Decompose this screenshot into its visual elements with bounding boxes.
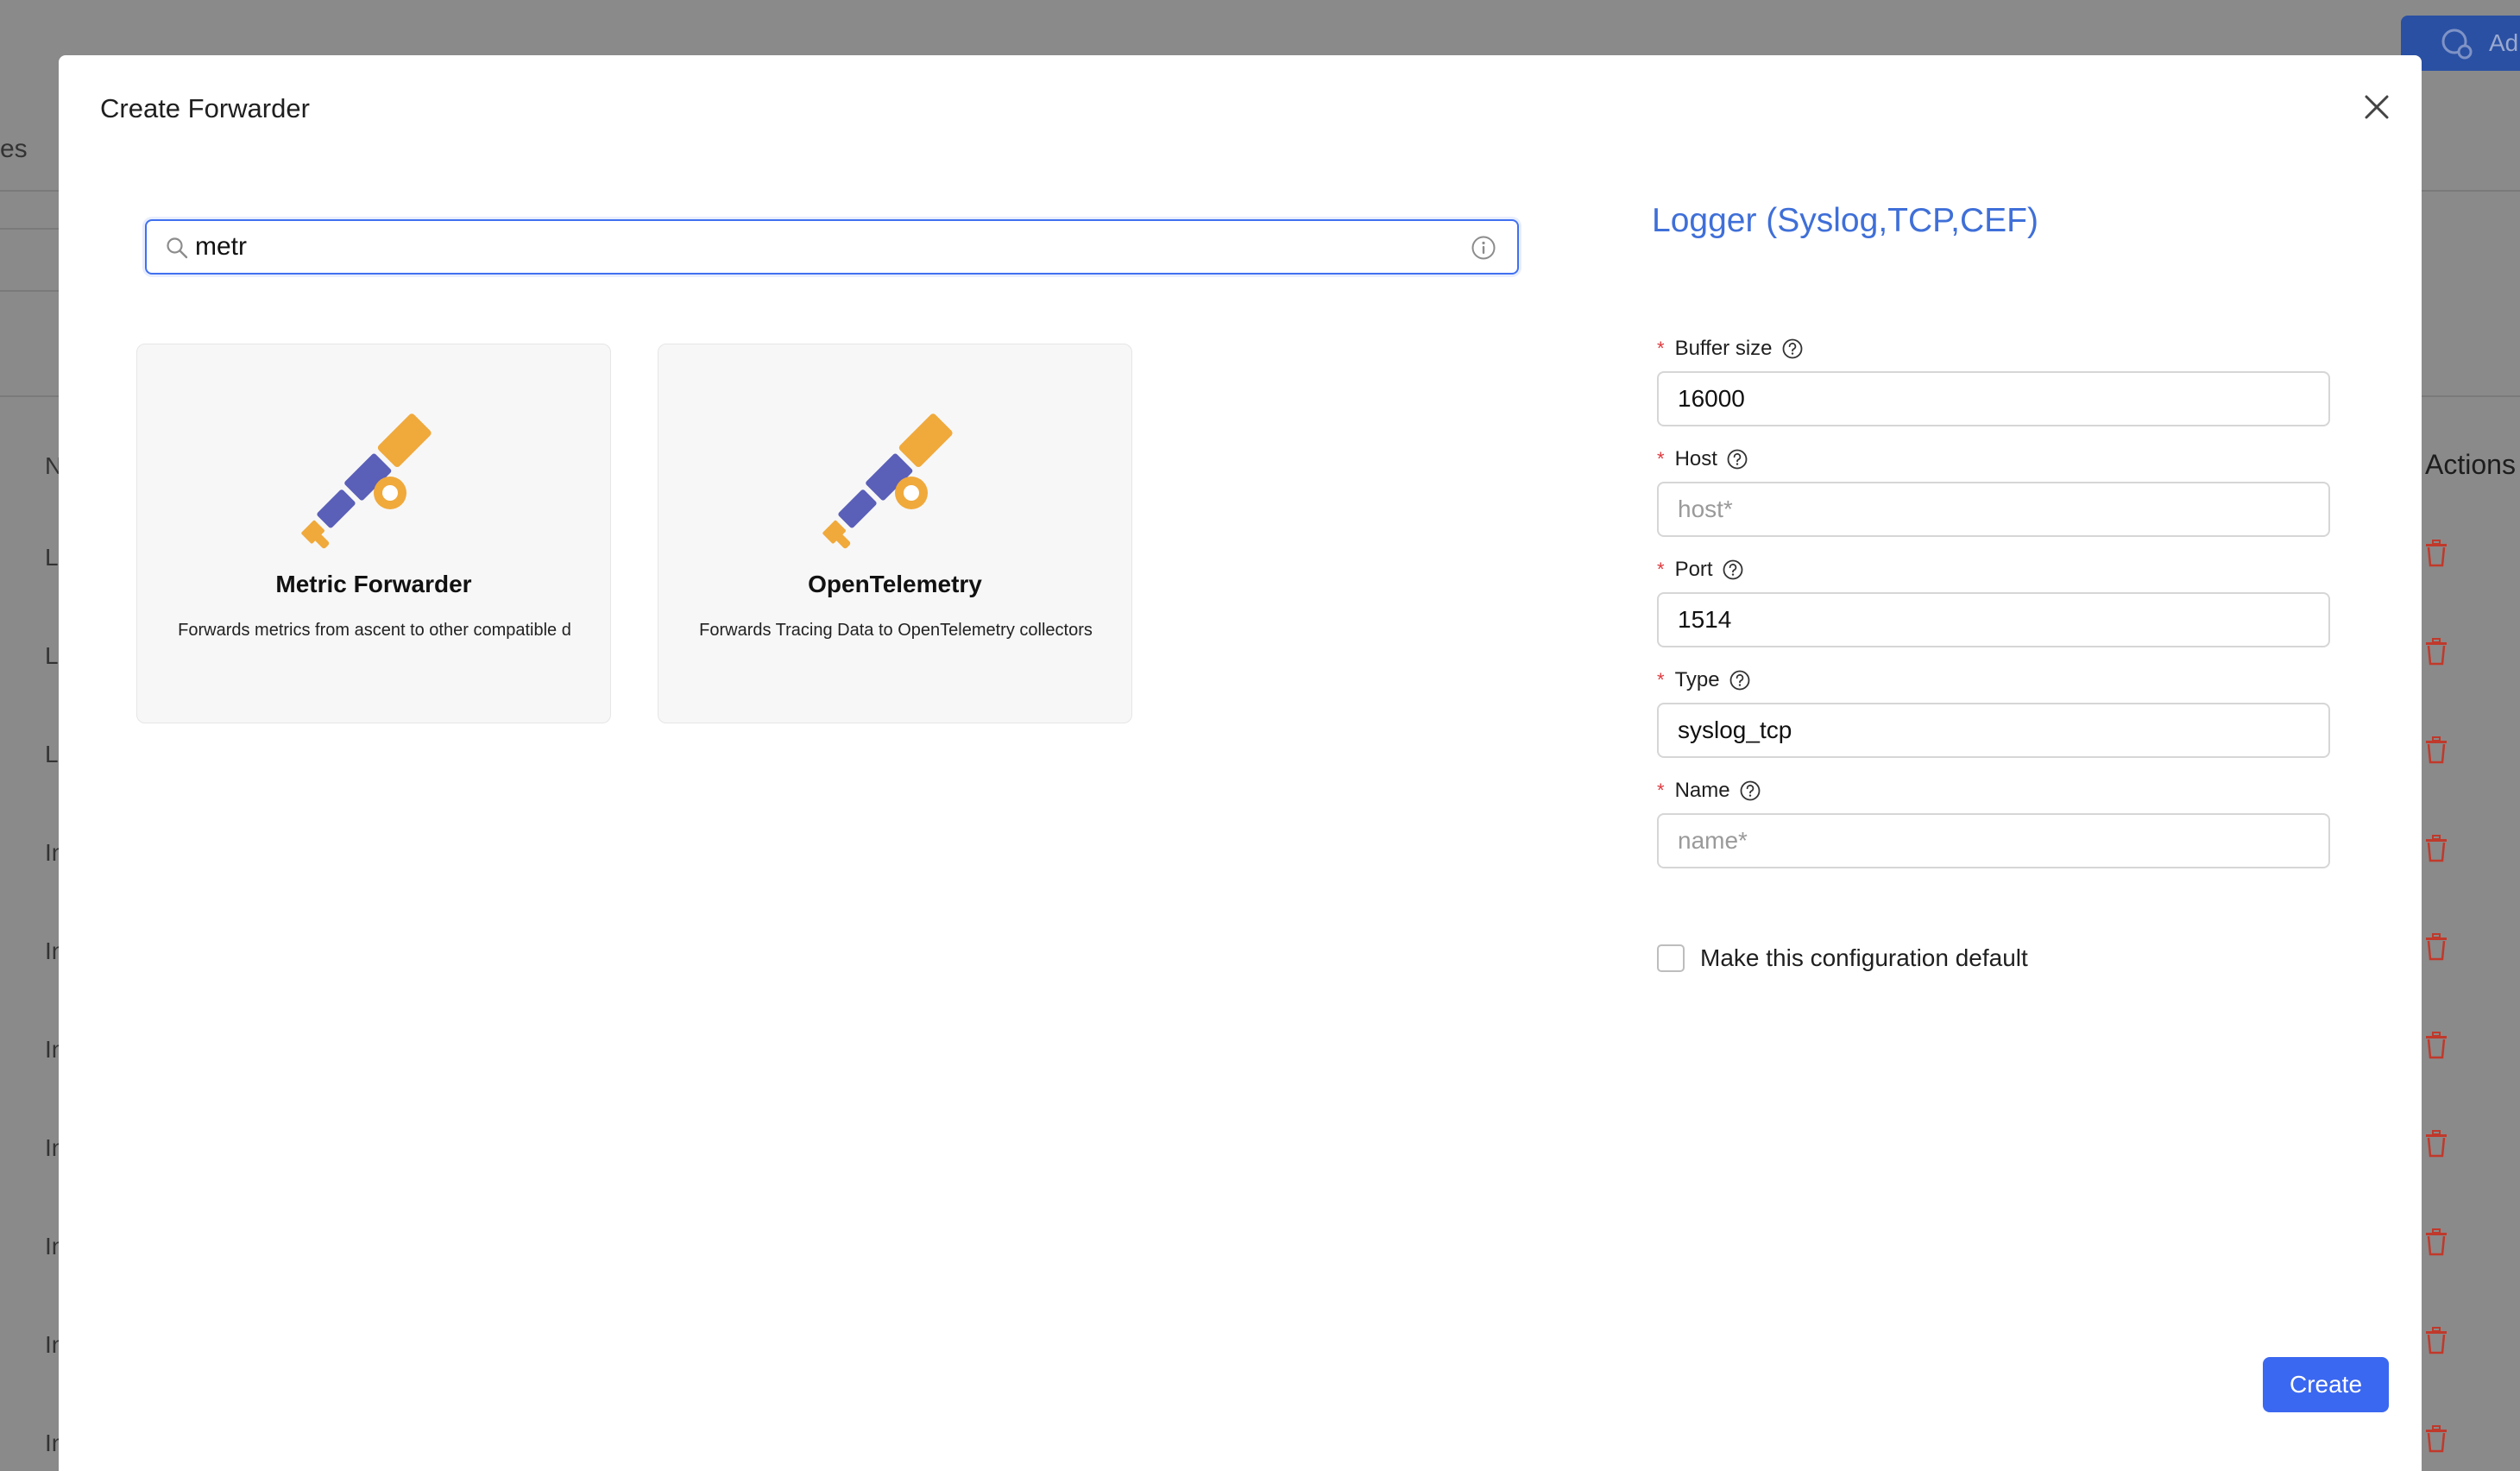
background-divider [0,190,59,192]
modal-title: Create Forwarder [100,93,310,123]
forwarder-card-opentelemetry[interactable]: OpenTelemetry Forwards Tracing Data to O… [658,344,1132,723]
card-title: OpenTelemetry [808,571,982,597]
trash-icon [2426,835,2447,862]
help-icon[interactable] [1722,559,1744,581]
required-marker: * [1657,669,1665,691]
background-row-label: L [45,642,59,669]
background-actions-header: Actions [2425,449,2516,480]
field-label-text: Name [1674,779,1730,802]
create-button[interactable]: Create [2263,1357,2389,1412]
host-label: * Host [1657,447,1748,471]
refresh-icon [2441,28,2473,60]
name-input[interactable] [1657,813,2330,868]
trash-icon [2426,1425,2447,1453]
trash-icon [2426,1032,2447,1059]
trash-icon [2426,1130,2447,1158]
buffer-size-input[interactable] [1657,371,2330,426]
background-row-label: L [45,741,59,767]
card-description: Forwards Tracing Data to OpenTelemetry c… [699,621,1093,640]
type-input[interactable] [1657,703,2330,758]
help-icon[interactable] [1729,669,1751,691]
search-input[interactable] [195,228,1438,266]
form-heading: Logger (Syslog,TCP,CEF) [1652,202,2038,239]
info-icon[interactable] [1471,235,1496,261]
field-label-text: Buffer size [1674,337,1773,360]
field-label-text: Port [1674,558,1713,581]
required-marker: * [1657,448,1665,470]
default-config-label: Make this configuration default [1700,944,2028,971]
background-divider [0,228,59,230]
background-divider [0,395,59,397]
required-marker: * [1657,780,1665,801]
default-config-checkbox-row[interactable]: Make this configuration default [1657,944,2028,972]
background-row-label: L [45,544,59,571]
telescope-icon [301,414,432,549]
trash-icon [2426,1228,2447,1256]
trash-icon [2426,736,2447,764]
background-divider [0,290,59,292]
required-marker: * [1657,338,1665,359]
background-tab-fragment: es [0,135,28,163]
help-icon[interactable] [1726,448,1748,470]
type-label: * Type [1657,668,1751,692]
trash-icon [2426,638,2447,666]
required-marker: * [1657,559,1665,580]
trash-icon [2426,933,2447,961]
name-label: * Name [1657,779,1761,803]
search-box[interactable] [145,219,1519,275]
telescope-icon [822,414,953,549]
background-divider [2422,190,2520,192]
create-forwarder-modal: Create Forwarder metr Metric Forwarder F… [59,55,2422,1471]
background-add-label: Ad [2489,29,2519,56]
port-input[interactable] [1657,592,2330,647]
forwarder-card-metric[interactable]: Metric Forwarder Forwards metrics from a… [136,344,611,723]
trash-icon [2426,1327,2447,1354]
background-divider [2422,395,2520,397]
close-icon[interactable] [2358,88,2396,126]
card-description: Forwards metrics from ascent to other co… [178,621,571,640]
field-label-text: Host [1674,447,1717,470]
default-config-checkbox[interactable] [1657,944,1685,972]
field-label-text: Type [1674,668,1720,691]
help-icon[interactable] [1739,780,1761,802]
help-icon[interactable] [1781,338,1804,360]
trash-icon [2426,540,2447,567]
host-input[interactable] [1657,482,2330,537]
buffer-size-label: * Buffer size [1657,337,1804,361]
card-title: Metric Forwarder [275,571,472,597]
search-icon [167,237,188,259]
port-label: * Port [1657,558,1744,582]
